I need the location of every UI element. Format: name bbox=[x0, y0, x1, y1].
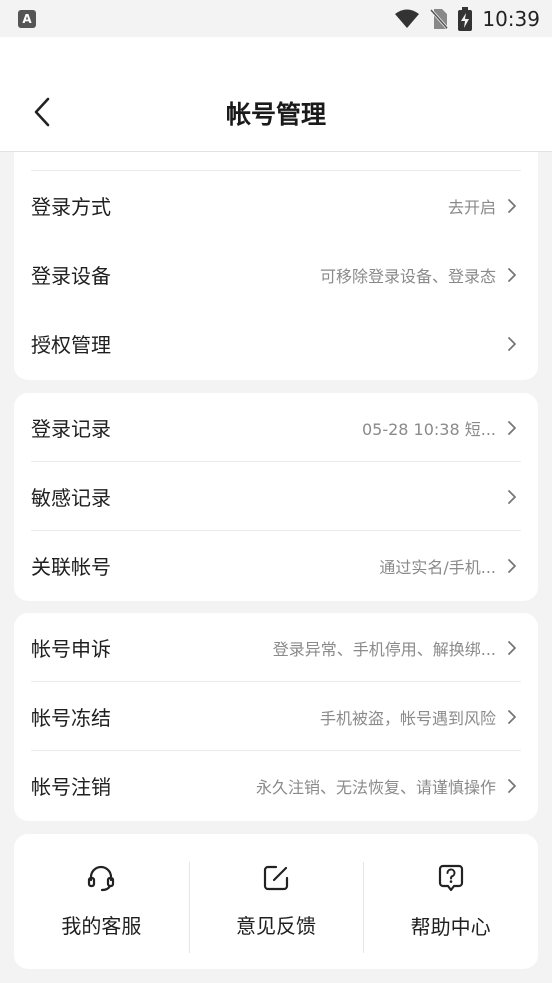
chevron-right-icon bbox=[502, 558, 522, 574]
account-actions-card: 帐号申诉 登录异常、手机停用、解换绑... 帐号冻结 手机被盗，帐号遇到风险 帐… bbox=[14, 613, 538, 821]
headset-icon bbox=[88, 865, 115, 892]
chevron-right-icon bbox=[502, 267, 522, 283]
row-label: 登录设备 bbox=[31, 264, 111, 288]
quick-action-label: 我的客服 bbox=[61, 914, 142, 938]
login-settings-card: 登录方式 去开启 登录设备 可移除登录设备、登录态 授权管理 bbox=[14, 152, 538, 380]
row-value: 05-28 10:38 短... bbox=[361, 419, 496, 439]
row-label: 敏感记录 bbox=[31, 486, 111, 510]
chevron-right-icon bbox=[502, 640, 522, 656]
quick-action-label: 意见反馈 bbox=[236, 914, 316, 938]
row-account-freeze[interactable]: 帐号冻结 手机被盗，帐号遇到风险 bbox=[14, 682, 538, 751]
wifi-icon bbox=[394, 9, 420, 29]
customer-service-button[interactable]: 我的客服 bbox=[14, 834, 189, 969]
row-linked-accounts[interactable]: 关联帐号 通过实名/手机... bbox=[14, 531, 538, 600]
row-account-appeal[interactable]: 帐号申诉 登录异常、手机停用、解换绑... bbox=[14, 613, 538, 682]
row-sensitive-records[interactable]: 敏感记录 bbox=[14, 462, 538, 531]
row-label: 登录方式 bbox=[31, 195, 111, 219]
quick-actions-card: 我的客服 意见反馈 帮助中心 bbox=[14, 834, 538, 969]
row-label: 帐号冻结 bbox=[31, 706, 111, 730]
chevron-right-icon bbox=[502, 420, 522, 436]
help-icon bbox=[438, 864, 463, 892]
row-value: 可移除登录设备、登录态 bbox=[319, 266, 496, 286]
row-label: 授权管理 bbox=[31, 333, 111, 357]
row-login-records[interactable]: 登录记录 05-28 10:38 短... bbox=[14, 393, 538, 462]
chevron-right-icon bbox=[502, 709, 522, 725]
quick-action-label: 帮助中心 bbox=[410, 915, 491, 939]
records-card: 登录记录 05-28 10:38 短... 敏感记录 关联帐号 通过实名/手机.… bbox=[14, 393, 538, 601]
row-value: 登录异常、手机停用、解换绑... bbox=[272, 639, 496, 659]
status-time: 10:39 bbox=[482, 6, 540, 31]
chevron-right-icon bbox=[502, 336, 522, 352]
page-title: 帐号管理 bbox=[225, 100, 326, 129]
row-label: 关联帐号 bbox=[31, 555, 111, 579]
row-value: 永久注销、无法恢复、请谨慎操作 bbox=[255, 777, 496, 797]
chevron-right-icon bbox=[502, 198, 522, 214]
row-account-deletion[interactable]: 帐号注销 永久注销、无法恢复、请谨慎操作 bbox=[14, 751, 538, 820]
chevron-right-icon bbox=[502, 489, 522, 505]
row-label: 帐号申诉 bbox=[31, 637, 111, 661]
status-right: 10:39 bbox=[394, 6, 540, 31]
row-value: 去开启 bbox=[447, 197, 496, 217]
row-login-method[interactable]: 登录方式 去开启 bbox=[14, 171, 538, 240]
header: 帐号管理 bbox=[0, 37, 552, 152]
row-label: 帐号注销 bbox=[31, 775, 111, 799]
status-bar: A 10:39 bbox=[0, 0, 552, 37]
app-notification-icon: A bbox=[18, 9, 36, 28]
row-login-devices[interactable]: 登录设备 可移除登录设备、登录态 bbox=[14, 240, 538, 309]
row-value: 通过实名/手机... bbox=[379, 557, 496, 577]
feedback-button[interactable]: 意见反馈 bbox=[188, 834, 364, 969]
row-value: 手机被盗，帐号遇到风险 bbox=[319, 708, 496, 728]
no-sim-icon bbox=[430, 8, 449, 30]
battery-charging-icon bbox=[458, 6, 473, 31]
edit-icon bbox=[263, 865, 289, 891]
row-authorization[interactable]: 授权管理 bbox=[14, 309, 538, 378]
row-label: 登录记录 bbox=[31, 417, 111, 441]
help-center-button[interactable]: 帮助中心 bbox=[363, 834, 538, 969]
chevron-right-icon bbox=[502, 778, 522, 794]
